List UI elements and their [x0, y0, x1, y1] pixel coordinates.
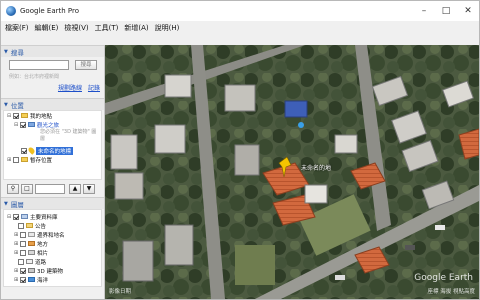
tour-description: 您必須在 "3D 建築物" 圖層 — [40, 129, 97, 142]
layer-label: 公告 — [35, 223, 47, 230]
menu-tools[interactable]: 工具(T) — [95, 23, 119, 33]
search-small-icon[interactable]: ⚲ — [7, 184, 19, 194]
menu-edit[interactable]: 編輯(E) — [35, 23, 59, 33]
history-link[interactable]: 記錄 — [88, 83, 100, 92]
placemark-pin-icon — [27, 146, 36, 155]
title-bar: Google Earth Pro – □ ✕ — [1, 1, 479, 21]
tree-item-label: 我的地點 — [30, 113, 53, 120]
layer-checkbox[interactable] — [20, 231, 26, 238]
announcement-icon — [26, 223, 33, 228]
collapse-arrow-icon: ▼ — [4, 200, 8, 207]
layer-item[interactable]: ⊞ 邊界和地名 — [4, 230, 101, 239]
my-places-checkbox[interactable] — [13, 112, 19, 119]
layers-panel-title: 圖層 — [10, 200, 24, 209]
layer-label: 3D 建築物 — [37, 268, 63, 275]
panel-icon[interactable]: □ — [21, 184, 33, 194]
menu-view[interactable]: 檢視(V) — [64, 23, 88, 33]
menu-file[interactable]: 檔案(F) — [5, 23, 29, 33]
places-panel-header[interactable]: ▼ 位置 — [1, 98, 104, 110]
app-window: Google Earth Pro – □ ✕ 檔案(F) 編輯(E) 檢視(V)… — [0, 0, 480, 300]
sidebar: ▼ 搜尋 搜尋 例如：台北市府裡新聞 規劃路線 記錄 ▼ 位置 ⊟ 我的地點 ⊟ — [1, 45, 105, 299]
borders-icon — [28, 232, 35, 237]
layer-label: 主要資料庫 — [30, 214, 58, 221]
layer-item[interactable]: ⊞ 地方 — [4, 239, 101, 248]
search-input[interactable] — [9, 60, 69, 70]
temporary-checkbox[interactable] — [13, 156, 19, 163]
satellite-imagery — [105, 45, 479, 299]
tree-item-label: 未命名的地標 — [36, 146, 74, 155]
places-tree: ⊟ 我的地點 ⊟ 觀光之旅 您必須在 "3D 建築物" 圖層 未命名的地標 ⊞ — [3, 110, 102, 180]
tree-item-my-places[interactable]: ⊟ 我的地點 — [4, 111, 101, 120]
collapse-arrow-icon: ▼ — [4, 48, 8, 55]
window-title: Google Earth Pro — [20, 7, 80, 15]
placemark-label: 未命名的地 — [301, 165, 332, 172]
places-nav: ⚲ □ ▲ ▼ — [1, 180, 104, 194]
layer-item[interactable]: ⊞ 海洋 — [4, 275, 101, 284]
imagery-date: 影像日期 — [109, 289, 132, 295]
layer-label: 相片 — [37, 250, 49, 257]
move-up-icon[interactable]: ▲ — [69, 184, 81, 194]
google-earth-watermark: Google Earth — [414, 273, 473, 283]
layer-item[interactable]: ⊞ 相片 — [4, 248, 101, 257]
directions-link[interactable]: 規劃路線 — [58, 83, 82, 92]
layer-checkbox[interactable] — [18, 222, 24, 229]
menu-help[interactable]: 說明(H) — [155, 23, 180, 33]
close-icon[interactable]: ✕ — [457, 1, 479, 21]
search-button[interactable]: 搜尋 — [75, 60, 97, 70]
layer-label: 地方 — [37, 241, 49, 248]
layer-checkbox[interactable] — [20, 276, 26, 283]
folder-icon — [21, 113, 28, 118]
tour-checkbox[interactable] — [20, 121, 26, 128]
places-layer-icon — [28, 241, 35, 246]
layer-checkbox[interactable] — [13, 213, 19, 220]
search-panel-header[interactable]: ▼ 搜尋 — [1, 45, 104, 57]
menu-items: 檔案(F) 編輯(E) 檢視(V) 工具(T) 新增(A) 說明(H) — [5, 21, 185, 34]
maximize-icon[interactable]: □ — [435, 1, 457, 21]
window-controls: – □ ✕ — [413, 1, 479, 21]
layers-tree: ⊟ 主要資料庫 公告 ⊞ 邊界和地名 ⊞ 地方 ⊞ 相片 道路 ⊞ 3D 建築物… — [3, 209, 102, 287]
placemark-checkbox[interactable] — [21, 147, 27, 154]
search-row: 搜尋 — [1, 57, 104, 70]
map-view[interactable]: 未命名的地 影像日期 Google Earth 座標 海拔 視點高度 — [105, 45, 479, 299]
layer-label: 海洋 — [37, 277, 49, 284]
layer-checkbox[interactable] — [18, 258, 24, 265]
search-panel-title: 搜尋 — [10, 48, 24, 57]
places-field[interactable] — [35, 184, 65, 194]
layer-label: 道路 — [35, 259, 47, 266]
layer-checkbox[interactable] — [20, 249, 26, 256]
layer-label: 邊界和地名 — [37, 232, 65, 239]
tree-item-temporary[interactable]: ⊞ 暫存位置 — [4, 155, 101, 164]
layer-item[interactable]: 公告 — [4, 221, 101, 230]
search-links: 規劃路線 記錄 — [1, 80, 104, 92]
layer-item[interactable]: ⊞ 3D 建築物 — [4, 266, 101, 275]
layer-item[interactable]: 道路 — [4, 257, 101, 266]
tour-icon — [28, 122, 35, 127]
photos-icon — [28, 250, 35, 255]
minimize-icon[interactable]: – — [413, 1, 435, 21]
layers-panel-header[interactable]: ▼ 圖層 — [1, 197, 104, 209]
menu-add[interactable]: 新增(A) — [124, 23, 148, 33]
buildings-3d-icon — [28, 268, 35, 273]
folder-icon — [21, 157, 28, 162]
move-down-icon[interactable]: ▼ — [83, 184, 95, 194]
tree-item-placemark[interactable]: 未命名的地標 — [4, 146, 101, 155]
database-icon — [21, 214, 28, 219]
ocean-icon — [28, 277, 35, 282]
tree-item-tour[interactable]: ⊟ 觀光之旅 — [4, 120, 101, 129]
roads-icon — [26, 259, 33, 264]
status-coordinates: 座標 海拔 視點高度 — [427, 289, 476, 295]
layer-checkbox[interactable] — [20, 267, 26, 274]
menu-bar: 檔案(F) 編輯(E) 檢視(V) 工具(T) 新增(A) 說明(H) — [1, 21, 479, 60]
search-hint: 例如：台北市府裡新聞 — [9, 74, 60, 80]
layer-item[interactable]: ⊟ 主要資料庫 — [4, 212, 101, 221]
layer-checkbox[interactable] — [20, 240, 26, 247]
tree-item-label: 暫存位置 — [30, 157, 53, 164]
google-earth-globe-icon — [6, 6, 16, 16]
collapse-arrow-icon: ▼ — [4, 101, 8, 108]
tree-item-label: 觀光之旅 — [37, 122, 60, 129]
places-panel-title: 位置 — [10, 101, 24, 110]
